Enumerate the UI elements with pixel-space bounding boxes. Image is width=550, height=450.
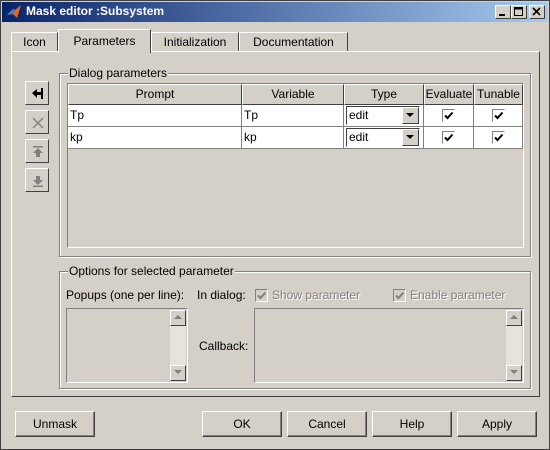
checkmark-icon <box>494 133 504 142</box>
prompt-cell[interactable]: Tp <box>68 105 242 127</box>
popups-label: Popups (one per line): <box>66 288 185 302</box>
move-down-button[interactable] <box>25 168 49 192</box>
evaluate-cell <box>424 127 474 149</box>
checkmark-icon <box>395 291 405 300</box>
enable-parameter-checkbox[interactable] <box>393 289 406 302</box>
maximize-button[interactable] <box>511 5 527 19</box>
type-dropdown[interactable]: edit <box>346 128 420 147</box>
type-dropdown-value: edit <box>349 130 369 144</box>
variable-cell[interactable]: kp <box>242 127 344 149</box>
checkmark-icon <box>494 111 504 120</box>
tunable-cell <box>474 127 523 149</box>
move-up-button[interactable] <box>25 139 49 163</box>
ok-button[interactable]: OK <box>202 411 282 437</box>
callback-textarea[interactable] <box>254 308 524 383</box>
unmask-button[interactable]: Unmask <box>15 411 95 437</box>
checkmark-icon <box>444 133 454 142</box>
column-header-type[interactable]: Type <box>344 84 424 105</box>
parameters-table: Prompt Variable Type Evaluate Tunable Tp… <box>67 83 524 248</box>
type-dropdown[interactable]: edit <box>346 106 420 125</box>
popups-textarea[interactable] <box>66 308 188 383</box>
title-bar[interactable]: Mask editor :Subsystem <box>2 2 548 22</box>
dropdown-arrow-button[interactable] <box>402 107 419 124</box>
chevron-up-icon <box>174 315 182 319</box>
tab-icon[interactable]: Icon <box>11 32 58 52</box>
evaluate-checkbox[interactable] <box>442 109 455 122</box>
evaluate-checkbox[interactable] <box>442 131 455 144</box>
close-icon <box>532 7 541 16</box>
type-dropdown-value: edit <box>349 108 369 122</box>
in-dialog-label: In dialog: <box>197 288 246 302</box>
move-down-icon <box>33 176 43 187</box>
column-header-variable[interactable]: Variable <box>242 84 344 105</box>
show-parameter-checkbox[interactable] <box>255 289 268 302</box>
tab-initialization[interactable]: Initialization <box>151 32 239 52</box>
tunable-cell <box>474 105 523 127</box>
dropdown-arrow-button[interactable] <box>402 129 419 146</box>
dialog-parameters-label: Dialog parameters <box>68 66 169 80</box>
checkmark-icon <box>257 291 267 300</box>
minimize-button[interactable] <box>495 5 511 19</box>
delete-parameter-button[interactable] <box>25 110 49 134</box>
show-parameter-label: Show parameter <box>272 288 361 302</box>
scroll-up-button[interactable] <box>506 310 522 326</box>
close-button[interactable] <box>529 5 545 19</box>
chevron-down-icon <box>510 370 518 374</box>
add-parameter-button[interactable] <box>25 81 49 105</box>
mask-editor-window: Mask editor :Subsystem Icon Parameters I… <box>0 0 550 450</box>
column-header-prompt[interactable]: Prompt <box>68 84 242 105</box>
help-button[interactable]: Help <box>372 411 452 437</box>
chevron-down-icon <box>174 370 182 374</box>
callback-scrollbar[interactable] <box>506 310 522 381</box>
prompt-cell[interactable]: kp <box>68 127 242 149</box>
type-cell: edit <box>344 127 424 149</box>
checkmark-icon <box>444 111 454 120</box>
scroll-down-button[interactable] <box>170 365 186 381</box>
column-header-tunable[interactable]: Tunable <box>474 84 523 105</box>
chevron-down-icon <box>406 113 414 117</box>
options-group-label: Options for selected parameter <box>68 264 235 278</box>
add-parameter-icon <box>32 88 43 99</box>
tab-documentation[interactable]: Documentation <box>239 32 348 52</box>
matlab-logo-icon <box>6 4 22 20</box>
scroll-up-button[interactable] <box>170 310 186 326</box>
callback-label: Callback: <box>199 339 249 353</box>
tab-parameters[interactable]: Parameters <box>58 29 151 53</box>
apply-button[interactable]: Apply <box>457 411 537 437</box>
variable-cell[interactable]: Tp <box>242 105 344 127</box>
chevron-up-icon <box>510 315 518 319</box>
tunable-checkbox[interactable] <box>492 109 505 122</box>
chevron-down-icon <box>406 135 414 139</box>
scroll-down-button[interactable] <box>506 365 522 381</box>
maximize-icon <box>514 7 523 16</box>
minimize-icon <box>499 14 505 16</box>
type-cell: edit <box>344 105 424 127</box>
window-title: Mask editor :Subsystem <box>26 4 165 18</box>
delete-icon <box>32 117 44 129</box>
move-up-icon <box>33 146 43 157</box>
column-header-evaluate[interactable]: Evaluate <box>424 84 474 105</box>
enable-parameter-label: Enable parameter <box>410 288 506 302</box>
evaluate-cell <box>424 105 474 127</box>
tunable-checkbox[interactable] <box>492 131 505 144</box>
cancel-button[interactable]: Cancel <box>287 411 367 437</box>
popups-scrollbar[interactable] <box>170 310 186 381</box>
